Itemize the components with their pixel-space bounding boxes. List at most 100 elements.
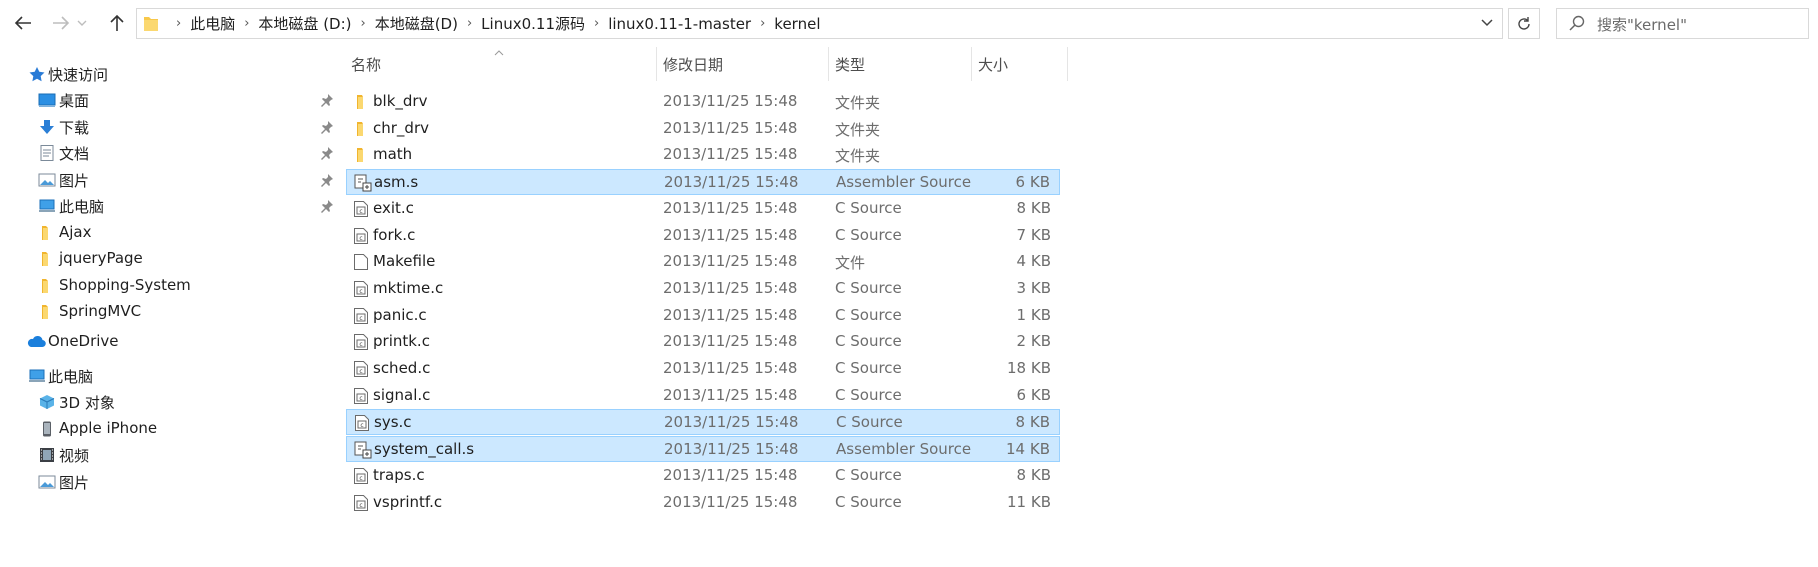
file-size: 8 KB [1015, 413, 1050, 432]
file-row[interactable]: c panic.c 2013/11/25 15:48 C Source 1 KB [346, 303, 1060, 329]
file-icon [353, 253, 369, 271]
column-divider[interactable] [828, 47, 829, 81]
file-type: 文件夹 [835, 147, 881, 166]
file-row[interactable]: c sys.c 2013/11/25 15:48 C Source 8 KB [346, 409, 1060, 436]
refresh-button[interactable] [1508, 8, 1540, 39]
file-row[interactable]: asm.s 2013/11/25 15:48 Assembler Source 6 K… [346, 169, 1060, 196]
sidebar-onedrive[interactable]: OneDrive [0, 328, 340, 356]
sort-indicator-icon [494, 42, 504, 60]
file-type: 文件 [835, 254, 866, 273]
file-row[interactable]: c fork.c 2013/11/25 15:48 C Source 7 KB [346, 223, 1060, 249]
crumb-linux-source[interactable]: Linux0.11源码 [481, 13, 585, 34]
file-row[interactable]: system_call.s 2013/11/25 15:48 Assembler S… [346, 436, 1060, 463]
file-row[interactable]: c traps.c 2013/11/25 15:48 C Source 8 KB [346, 463, 1060, 489]
sidebar-item-springmvc[interactable]: SpringMVC [0, 298, 340, 326]
file-row[interactable]: c sched.c 2013/11/25 15:48 C Source 18 KB [346, 356, 1060, 382]
file-row[interactable]: c mktime.c 2013/11/25 15:48 C Source 3 KB [346, 276, 1060, 302]
c-source-file-icon: c [353, 333, 369, 351]
sidebar-pc-item-apple-iphone[interactable]: Apple iPhone [0, 415, 340, 443]
pin-icon[interactable] [320, 173, 334, 187]
sidebar-item-label: 下载 [59, 118, 90, 137]
file-type: 文件夹 [835, 94, 881, 112]
file-modified-date: 2013/11/25 15:48 [663, 225, 798, 244]
forward-button[interactable] [48, 10, 74, 36]
chevron-right-icon[interactable]: › [467, 16, 472, 31]
address-bar[interactable]: › 此电脑 › 本地磁盘 (D:) › 本地磁盘(D) › Linux0.11源… [136, 8, 1503, 39]
pin-icon[interactable] [320, 199, 334, 213]
arrow-left-icon [14, 16, 31, 30]
file-size: 3 KB [1016, 278, 1051, 297]
sidebar-item-item[interactable]: 文档 [0, 139, 340, 167]
sidebar-item-label: Ajax [59, 222, 92, 241]
file-row[interactable]: math 2013/11/25 15:48 文件夹 [346, 142, 1060, 168]
folder-icon [353, 120, 369, 138]
file-row[interactable]: blk_drv 2013/11/25 15:48 文件夹 [346, 89, 1060, 115]
file-size: 1 KB [1016, 305, 1051, 324]
c-source-file-icon: c [353, 227, 369, 245]
sidebar-quick-access[interactable]: 快速访问 [0, 60, 340, 88]
column-header-size[interactable]: 大小 [978, 54, 1008, 80]
back-button[interactable] [10, 10, 36, 36]
file-row[interactable]: c exit.c 2013/11/25 15:48 C Source 8 KB [346, 196, 1060, 222]
address-dropdown-button[interactable] [1480, 15, 1494, 33]
sidebar-pc-item-item[interactable]: 图片 [0, 468, 340, 496]
file-row[interactable]: c signal.c 2013/11/25 15:48 C Source 6 KB [346, 383, 1060, 409]
file-size: 7 KB [1016, 225, 1051, 244]
file-row[interactable]: c vsprintf.c 2013/11/25 15:48 C Source 11 KB [346, 490, 1060, 516]
column-header-date[interactable]: 修改日期 [663, 54, 723, 80]
crumb-local-disk-folder[interactable]: 本地磁盘(D) [375, 13, 458, 34]
sidebar-item-item[interactable]: 图片 [0, 166, 340, 194]
sidebar-item-jquerypage[interactable]: jqueryPage [0, 245, 340, 273]
file-name: system_call.s [374, 440, 475, 459]
file-modified-date: 2013/11/25 15:48 [663, 332, 798, 351]
chevron-right-icon[interactable]: › [176, 16, 181, 31]
sidebar-item-item[interactable]: 桌面 [0, 86, 340, 114]
chevron-right-icon[interactable]: › [244, 16, 249, 31]
file-row[interactable]: Makefile 2013/11/25 15:48 文件 4 KB [346, 249, 1060, 275]
download-icon [38, 119, 56, 135]
column-divider[interactable] [656, 47, 657, 81]
file-name: exit.c [373, 198, 414, 217]
sidebar-item-label: Shopping-System [59, 275, 191, 294]
recent-locations-button[interactable] [74, 10, 90, 36]
search-input[interactable]: 搜索"kernel" [1556, 8, 1809, 39]
search-icon [1569, 15, 1585, 35]
column-header-type[interactable]: 类型 [835, 54, 865, 80]
file-row[interactable]: chr_drv 2013/11/25 15:48 文件夹 [346, 116, 1060, 142]
sidebar-this-pc[interactable]: 此电脑 [0, 362, 340, 390]
file-size: 2 KB [1016, 332, 1051, 351]
crumb-this-pc[interactable]: 此电脑 [190, 13, 235, 34]
file-name: asm.s [374, 173, 419, 192]
crumb-linux-master[interactable]: linux0.11-1-master [608, 15, 751, 33]
crumb-drive-d[interactable]: 本地磁盘 (D:) [258, 13, 351, 34]
chevron-down-icon [77, 20, 87, 26]
sidebar-item-shopping-system[interactable]: Shopping-System [0, 272, 340, 300]
sidebar-pc-item-3d[interactable]: 3D 对象 [0, 388, 340, 416]
chevron-right-icon[interactable]: › [361, 16, 366, 31]
arrow-up-icon [110, 14, 124, 31]
up-button[interactable] [104, 10, 130, 36]
file-row[interactable]: c printk.c 2013/11/25 15:48 C Source 2 KB [346, 329, 1060, 355]
svg-text:c: c [359, 394, 362, 401]
sidebar-pc-item-item[interactable]: 视频 [0, 441, 340, 469]
pin-icon[interactable] [320, 120, 334, 134]
column-header-name[interactable]: 名称 [351, 54, 381, 80]
sidebar-item-ajax[interactable]: Ajax [0, 219, 340, 247]
pin-icon[interactable] [320, 146, 334, 160]
crumb-kernel[interactable]: kernel [774, 15, 820, 33]
column-divider[interactable] [1067, 47, 1068, 81]
file-size: 6 KB [1016, 385, 1051, 404]
chevron-right-icon[interactable]: › [760, 16, 765, 31]
svg-text:c: c [359, 234, 362, 241]
star-icon [28, 66, 46, 82]
sidebar-this-pc-label: 此电脑 [48, 368, 94, 386]
file-modified-date: 2013/11/25 15:48 [664, 173, 799, 192]
chevron-right-icon[interactable]: › [594, 16, 599, 31]
desktop-icon [38, 92, 56, 108]
c-source-file-icon: c [354, 414, 370, 432]
file-type: C Source [835, 492, 902, 511]
sidebar-item-item[interactable]: 下载 [0, 113, 340, 141]
column-divider[interactable] [971, 47, 972, 81]
sidebar-item-item[interactable]: 此电脑 [0, 192, 340, 220]
pin-icon[interactable] [320, 93, 334, 107]
